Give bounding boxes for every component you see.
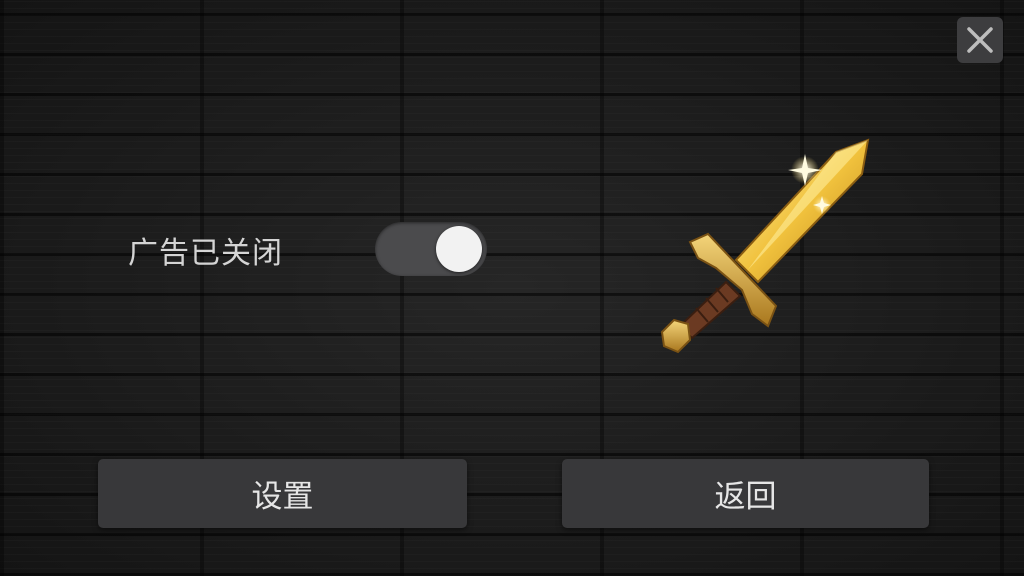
back-button[interactable]: 返回 [562,459,929,528]
close-button[interactable] [957,17,1003,63]
close-icon [967,27,993,53]
ad-toggle[interactable] [375,222,487,276]
toggle-knob [436,226,482,272]
settings-button[interactable]: 设置 [98,459,467,528]
sword-icon [660,138,870,354]
ad-status-label: 广告已关闭 [128,236,283,271]
